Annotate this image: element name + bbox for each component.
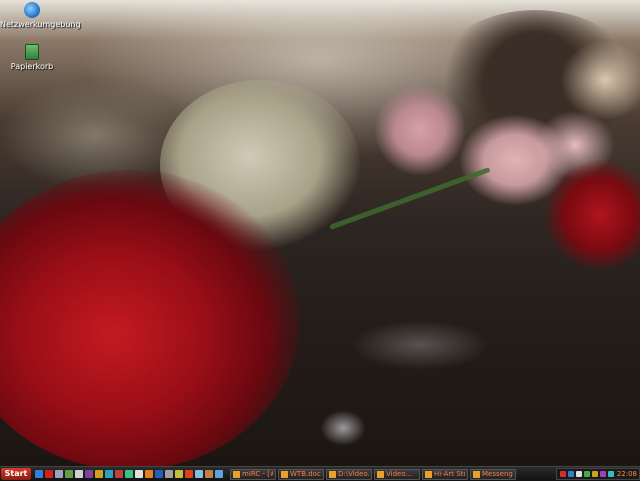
wallpaper-gravel	[350, 320, 490, 370]
app-icon[interactable]	[65, 470, 73, 478]
app-icon[interactable]	[145, 470, 153, 478]
start-button[interactable]: Start	[1, 468, 31, 480]
window-icon	[473, 470, 480, 478]
quick-launch-bar	[34, 470, 224, 478]
tray-icon[interactable]	[559, 471, 566, 477]
tray-icon[interactable]	[607, 471, 614, 477]
app-icon[interactable]	[85, 470, 93, 478]
app-icon[interactable]	[75, 470, 83, 478]
app-icon[interactable]	[95, 470, 103, 478]
window-icon	[377, 470, 384, 478]
tray-icon[interactable]	[599, 471, 606, 477]
taskbar-button-label: WTB.doc	[290, 470, 321, 478]
desktop-icon-network[interactable]: Netzwerkumgebung	[0, 2, 81, 29]
app-icon[interactable]	[105, 470, 113, 478]
taskbar: Start mIRC - [#... WTB.doc D:\Video... V…	[0, 466, 640, 481]
wallpaper-petal	[375, 85, 465, 175]
tray-icon[interactable]	[575, 471, 582, 477]
mail-icon[interactable]	[55, 470, 63, 478]
taskbar-button[interactable]: mIRC - [#...	[230, 468, 276, 480]
browser-icon[interactable]	[35, 470, 43, 478]
opera-icon[interactable]	[45, 470, 53, 478]
wallpaper-stone	[320, 410, 366, 446]
system-tray: 22:08	[555, 468, 640, 480]
window-icon	[329, 470, 336, 478]
app-icon[interactable]	[205, 470, 213, 478]
app-icon[interactable]	[135, 470, 143, 478]
desktop-wallpaper	[0, 0, 640, 466]
taskbar-button[interactable]: WTB.doc	[278, 468, 324, 480]
taskbar-button[interactable]: Hi-Art Sto...	[422, 468, 468, 480]
app-icon[interactable]	[195, 470, 203, 478]
desktop-icon-label: Papierkorb	[10, 62, 54, 71]
taskbar-button-label: Video...	[386, 470, 413, 478]
window-icon	[233, 470, 240, 478]
tray-icon[interactable]	[567, 471, 574, 477]
wallpaper-petal	[560, 40, 640, 120]
network-places-icon	[24, 2, 40, 18]
window-icon	[425, 470, 432, 478]
app-icon[interactable]	[125, 470, 133, 478]
recycle-bin-icon	[25, 44, 39, 60]
taskbar-button[interactable]: D:\Video...	[326, 468, 372, 480]
desktop-icon-label: Netzwerkumgebung	[0, 20, 81, 29]
taskbar-button[interactable]: Video...	[374, 468, 420, 480]
tray-icon[interactable]	[591, 471, 598, 477]
app-icon[interactable]	[165, 470, 173, 478]
app-icon[interactable]	[115, 470, 123, 478]
app-icon[interactable]	[175, 470, 183, 478]
taskbar-button-label: mIRC - [#...	[242, 470, 273, 478]
app-icon[interactable]	[155, 470, 163, 478]
app-icon[interactable]	[185, 470, 193, 478]
tray-icon[interactable]	[583, 471, 590, 477]
taskbar-button-label: Messenger	[482, 470, 513, 478]
clock[interactable]: 22:08	[617, 470, 637, 478]
taskbar-button-label: Hi-Art Sto...	[434, 470, 465, 478]
window-icon	[281, 470, 288, 478]
taskbar-button-label: D:\Video...	[338, 470, 369, 478]
wallpaper-red-flower	[545, 160, 640, 270]
app-icon[interactable]	[215, 470, 223, 478]
taskbar-button[interactable]: Messenger	[470, 468, 516, 480]
desktop-icon-recycle-bin[interactable]: Papierkorb	[0, 44, 64, 71]
